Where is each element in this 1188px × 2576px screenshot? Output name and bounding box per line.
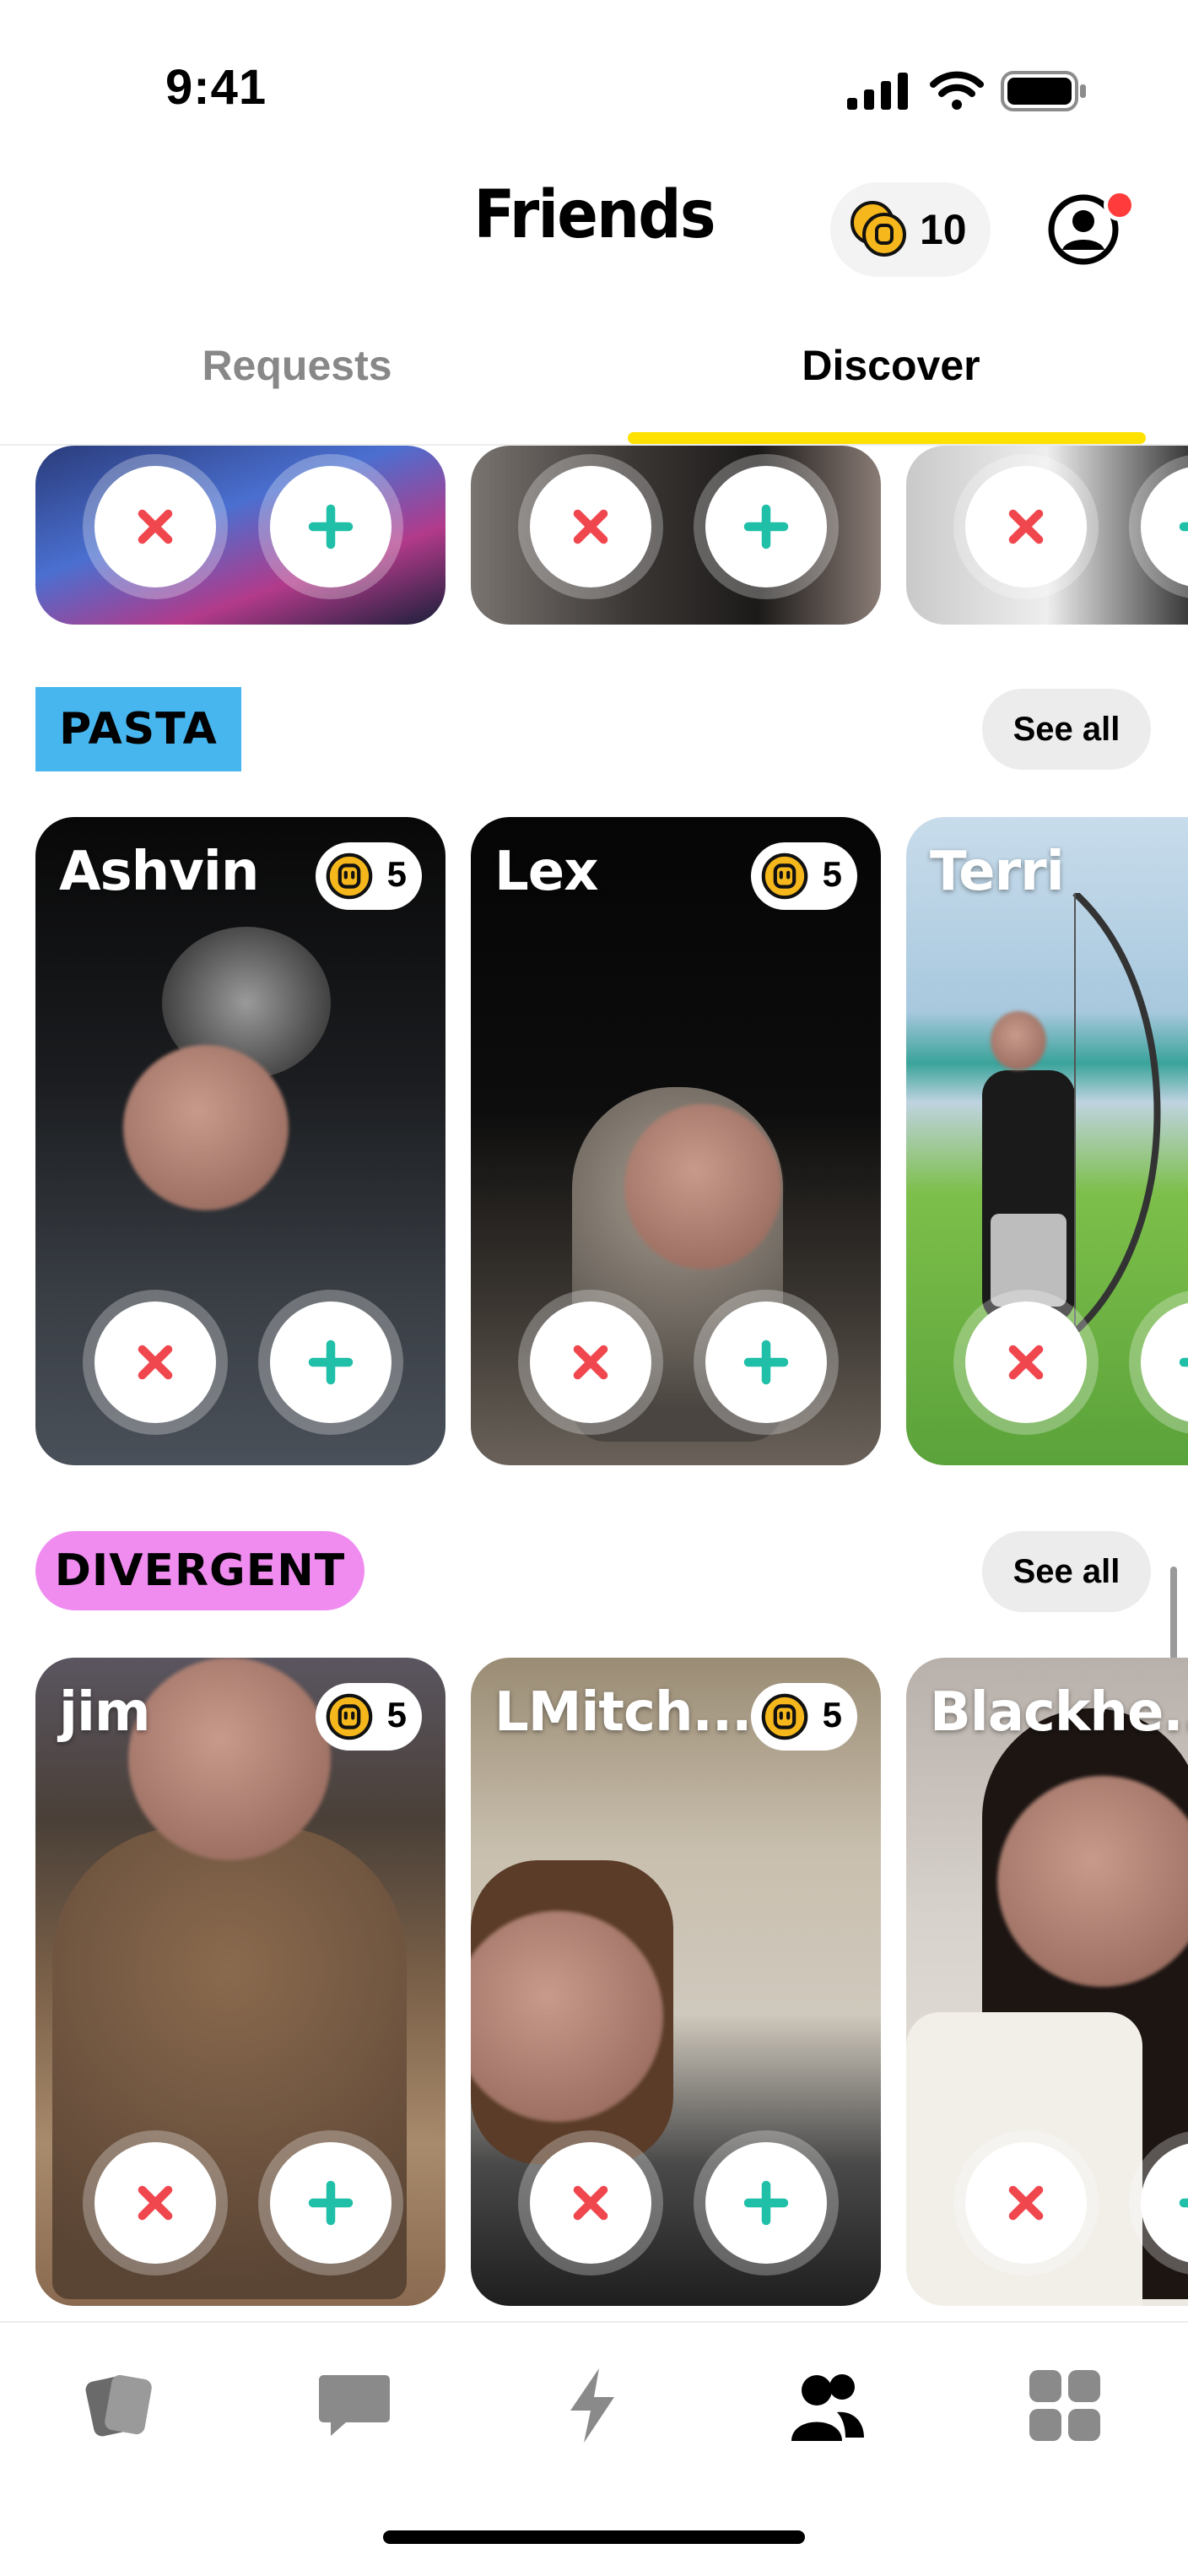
plus-icon [305,501,356,552]
add-friend-button[interactable] [1129,454,1188,599]
decline-button[interactable] [518,1290,663,1435]
profile-card[interactable] [906,446,1188,625]
coin-cost-badge: 5 [751,842,857,910]
profile-card-ashvin[interactable]: Ashvin 5 [35,817,446,1465]
coin-icon [326,1693,373,1740]
add-friend-button[interactable] [258,454,403,599]
plus-icon [305,1337,356,1388]
x-icon [567,2179,614,2227]
plus-icon [741,501,791,552]
plus-icon [1176,1337,1188,1388]
x-icon [1002,1339,1050,1386]
card-name: LMitch... [494,1681,752,1744]
wifi-icon [930,71,984,110]
x-icon [132,1339,179,1386]
see-all-button[interactable]: See all [982,689,1151,770]
decline-button[interactable] [518,2130,663,2276]
decline-button[interactable] [83,1290,228,1435]
coin-balance-count: 10 [920,206,967,253]
x-icon [132,503,179,550]
coin-icon [761,852,808,900]
decline-button[interactable] [953,1290,1099,1435]
decline-button[interactable] [518,454,663,599]
notification-dot [1104,189,1136,221]
decline-button[interactable] [83,454,228,599]
decline-button[interactable] [83,2130,228,2276]
coin-stack-icon [850,201,906,257]
card-name: Lex [494,841,598,903]
add-friend-button[interactable] [694,454,839,599]
bolt-icon[interactable] [550,2363,634,2448]
plus-icon [305,2178,356,2228]
coin-icon [761,1693,808,1740]
status-time: 9:41 [165,60,267,115]
x-icon [1002,2179,1050,2227]
coin-cost-badge: 5 [751,1683,857,1751]
card-name: jim [59,1681,151,1744]
decline-button[interactable] [953,2130,1099,2276]
plus-icon [741,2178,791,2228]
add-friend-button[interactable] [694,1290,839,1435]
blurred-face [128,1658,331,1860]
add-friend-button[interactable] [258,1290,403,1435]
home-indicator [383,2530,805,2544]
battery-icon [1001,71,1086,111]
x-icon [1002,503,1050,550]
tab-discover[interactable]: Discover [594,341,1188,390]
profile-card[interactable] [35,446,446,625]
profile-card-terri[interactable]: Terri [906,817,1188,1465]
grid-icon[interactable] [1023,2363,1107,2448]
coin-cost-badge: 5 [316,1683,422,1751]
chat-icon[interactable] [312,2363,397,2448]
plus-icon [741,1337,791,1388]
profile-card-blackhe[interactable]: Blackhe... [906,1658,1188,2306]
card-name: Blackhe... [930,1681,1188,1744]
profile-card-lmitch[interactable]: LMitch... 5 [471,1658,881,2306]
profile-card-jim[interactable]: jim 5 [35,1658,446,2306]
coin-icon [326,852,373,900]
decline-button[interactable] [953,454,1099,599]
blurred-face [624,1104,781,1269]
profile-card-lex[interactable]: Lex 5 [471,817,881,1465]
add-friend-button[interactable] [694,2130,839,2276]
profile-card[interactable] [471,446,881,625]
photo-bow [1072,893,1161,1332]
plus-icon [1176,501,1188,552]
x-icon [567,1339,614,1386]
plus-icon [1176,2178,1188,2228]
signal-icon [847,73,908,110]
coin-cost-badge: 5 [316,842,422,910]
section-label-pasta: PASTA [35,687,241,771]
blurred-face [123,1045,289,1210]
card-name: Ashvin [59,841,259,903]
x-icon [567,503,614,550]
see-all-button[interactable]: See all [982,1531,1151,1612]
friends-icon[interactable] [785,2363,869,2448]
add-friend-button[interactable] [258,2130,403,2276]
card-name: Terri [930,841,1065,903]
blurred-face [991,1011,1046,1070]
x-icon [132,2179,179,2227]
tab-active-indicator [628,432,1146,444]
tab-requests[interactable]: Requests [0,341,594,390]
section-label-divergent: DIVERGENT [35,1531,364,1610]
cards-icon[interactable] [78,2363,162,2448]
